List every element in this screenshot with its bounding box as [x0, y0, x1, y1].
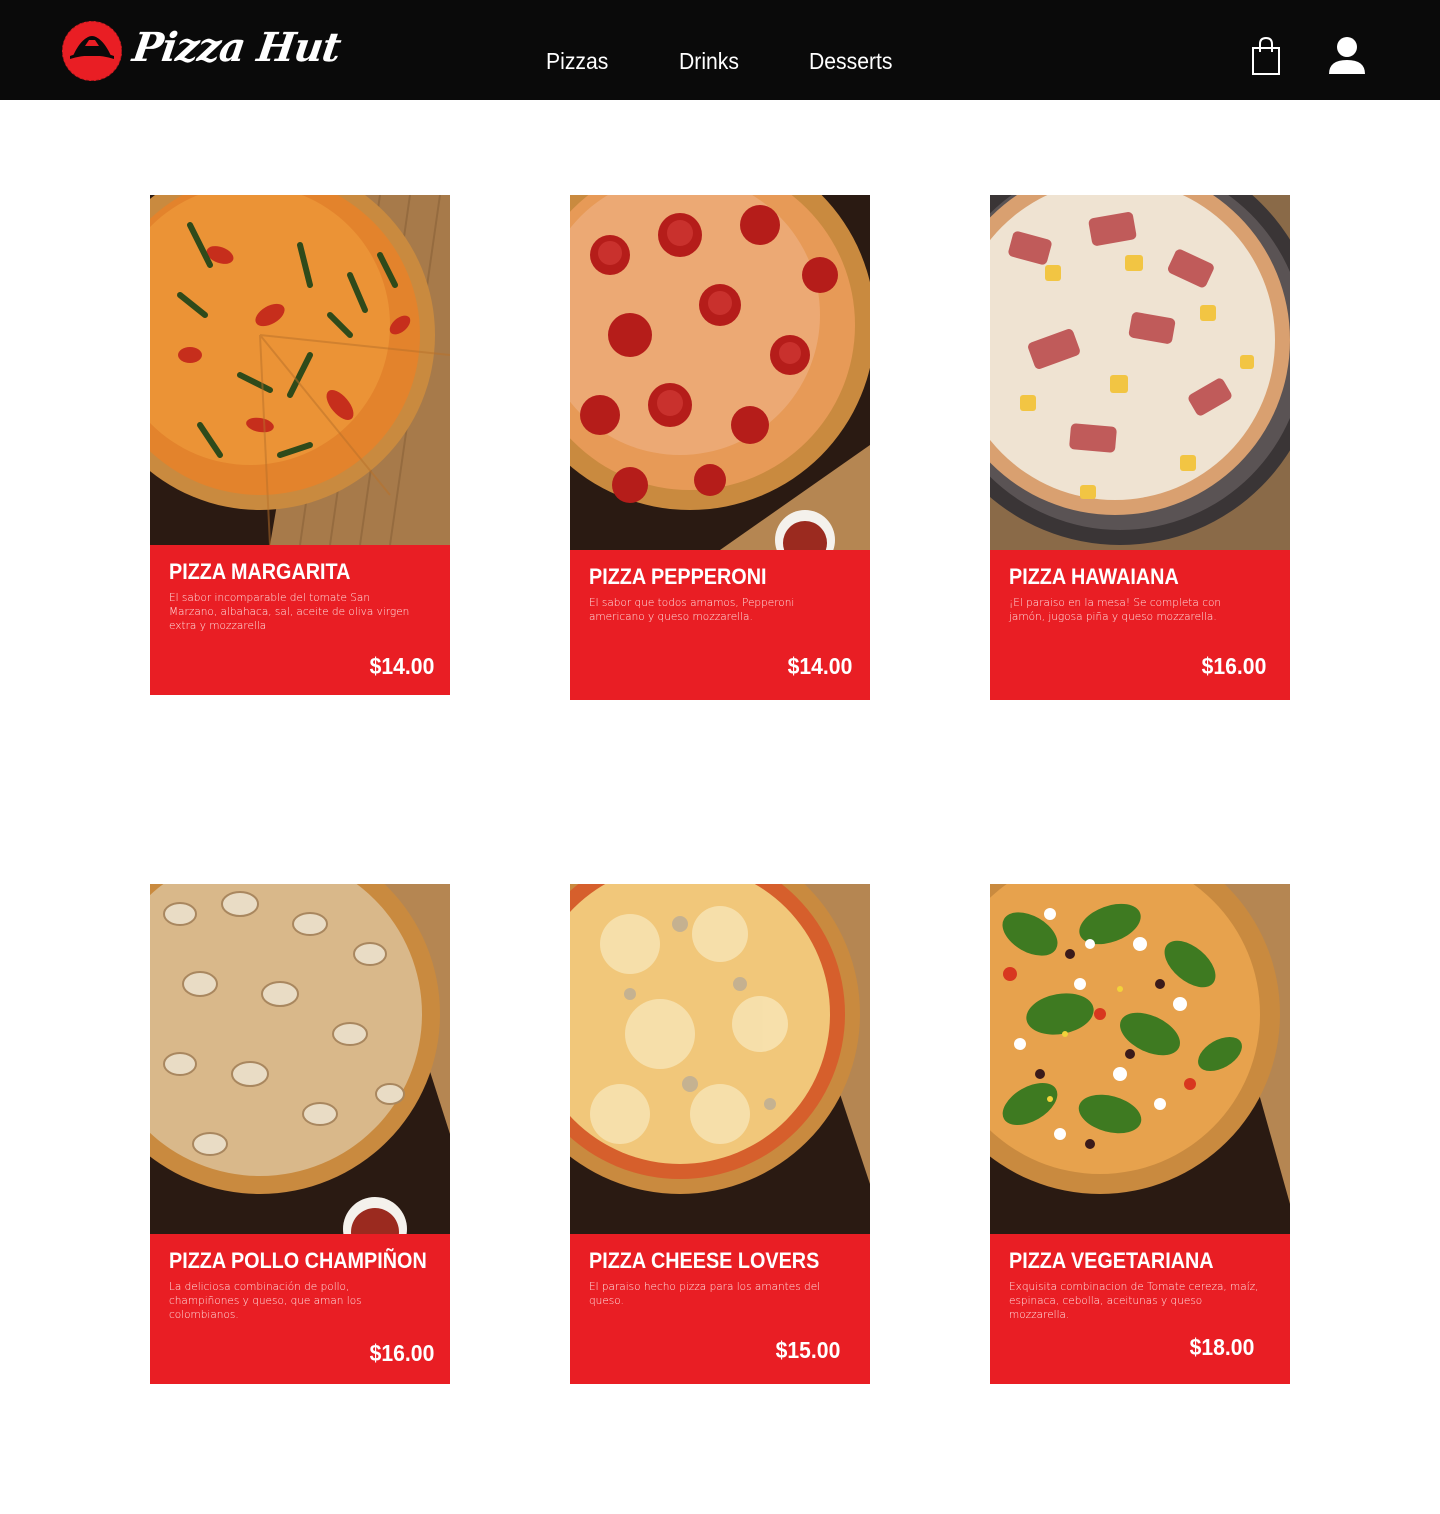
margarita-pizza-photo — [150, 195, 450, 545]
product-description: La deliciosa combinación de pollo, champ… — [169, 1281, 362, 1321]
chicken-mushroom-pizza-photo — [150, 884, 450, 1234]
product-card-vegetariana[interactable]: PIZZA VEGETARIANA Exquisita combinacion … — [990, 884, 1290, 1384]
logo-text: Pizza Hut — [129, 24, 344, 71]
product-card-pepperoni[interactable]: PIZZA PEPPERONI El sabor que todos amamo… — [570, 195, 870, 700]
cheese-pizza-photo — [570, 884, 870, 1234]
card-info: PIZZA MARGARITA El sabor incomparable de… — [150, 545, 450, 695]
product-card-margarita[interactable]: PIZZA MARGARITA El sabor incomparable de… — [150, 195, 450, 695]
product-title: PIZZA HAWAIANA — [1009, 564, 1179, 589]
product-price: $15.00 — [775, 1337, 840, 1363]
product-description: Exquisita combinacion de Tomate cereza, … — [1009, 1281, 1259, 1321]
hawaiian-pizza-photo — [990, 195, 1290, 550]
card-info: PIZZA POLLO CHAMPIÑON La deliciosa combi… — [150, 1234, 450, 1384]
product-card-cheese-lovers[interactable]: PIZZA CHEESE LOVERS El paraiso hecho piz… — [570, 884, 870, 1384]
product-card-pollo-champinon[interactable]: PIZZA POLLO CHAMPIÑON La deliciosa combi… — [150, 884, 450, 1384]
product-title: PIZZA CHEESE LOVERS — [589, 1248, 820, 1273]
card-info: PIZZA CHEESE LOVERS El paraiso hecho piz… — [570, 1234, 870, 1384]
nav-desserts[interactable]: Desserts — [809, 48, 892, 75]
product-price: $18.00 — [1189, 1334, 1254, 1360]
product-title: PIZZA POLLO CHAMPIÑON — [169, 1248, 427, 1273]
pepperoni-pizza-photo — [570, 195, 870, 550]
card-info: PIZZA PEPPERONI El sabor que todos amamo… — [570, 550, 870, 700]
top-navbar: Pizza Hut Pizzas Drinks Desserts — [0, 0, 1440, 100]
product-title: PIZZA MARGARITA — [169, 559, 351, 584]
product-price: $14.00 — [369, 653, 434, 679]
card-info: PIZZA VEGETARIANA Exquisita combinacion … — [990, 1234, 1290, 1384]
product-description: ¡El paraiso en la mesa! Se completa con … — [1009, 597, 1222, 623]
card-info: PIZZA HAWAIANA ¡El paraiso en la mesa! S… — [990, 550, 1290, 700]
shopping-bag-icon[interactable] — [1250, 36, 1282, 76]
product-price: $14.00 — [787, 653, 852, 679]
vegetarian-pizza-photo — [990, 884, 1290, 1234]
product-description: El paraiso hecho pizza para los amantes … — [589, 1281, 821, 1307]
product-title: PIZZA PEPPERONI — [589, 564, 767, 589]
pizza-hut-logo-icon — [61, 20, 123, 82]
product-description: El sabor que todos amamos, Pepperoni ame… — [589, 597, 795, 623]
product-title: PIZZA VEGETARIANA — [1009, 1248, 1214, 1273]
user-icon[interactable] — [1327, 36, 1367, 76]
product-card-hawaiana[interactable]: PIZZA HAWAIANA ¡El paraiso en la mesa! S… — [990, 195, 1290, 700]
product-price: $16.00 — [369, 1340, 434, 1366]
product-price: $16.00 — [1201, 653, 1266, 679]
nav-pizzas[interactable]: Pizzas — [546, 48, 608, 75]
nav-drinks[interactable]: Drinks — [679, 48, 739, 75]
product-description: El sabor incomparable del tomate San Mar… — [169, 592, 410, 632]
pizza-hut-logo[interactable]: Pizza Hut — [59, 18, 343, 84]
